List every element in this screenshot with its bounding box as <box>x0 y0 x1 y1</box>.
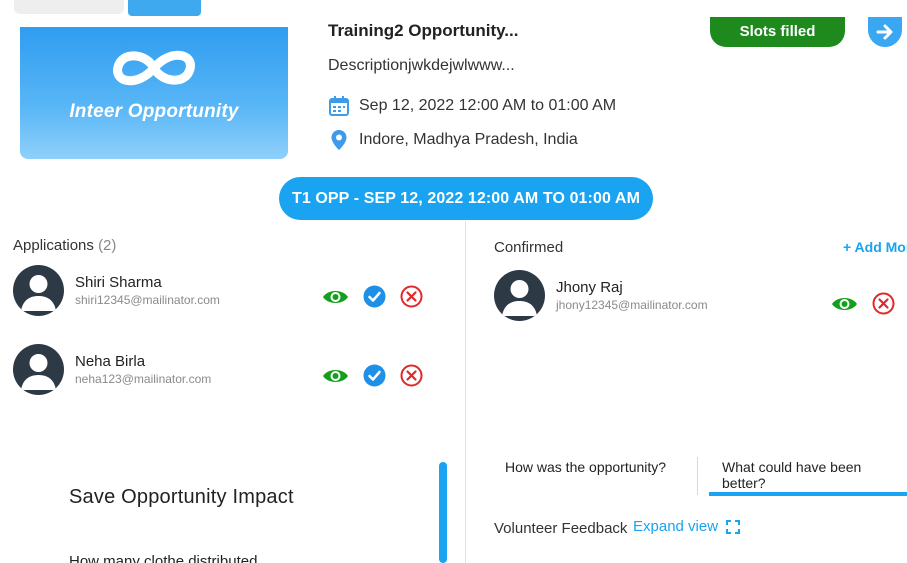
calendar-icon <box>328 95 350 117</box>
avatar <box>13 265 64 316</box>
applicant-actions <box>322 364 423 387</box>
avatar <box>13 344 64 395</box>
confirmed-name: Jhony Raj <box>556 279 623 296</box>
add-more-link[interactable]: + Add More <box>843 239 907 255</box>
impact-question-label: How many clothe distributed <box>69 553 258 563</box>
opportunity-location: Indore, Madhya Pradesh, India <box>359 131 578 148</box>
confirmed-row: Jhony Raj jhony12345@mailinator.com <box>494 270 708 321</box>
top-tab-secondary[interactable] <box>14 0 124 14</box>
view-eye-icon[interactable] <box>322 287 349 307</box>
applications-title: Applications <box>13 237 94 254</box>
applicant-email: shiri12345@mailinator.com <box>75 293 220 307</box>
confirmed-email: jhony12345@mailinator.com <box>556 298 708 312</box>
applications-heading: Applications (2) <box>13 237 116 254</box>
opportunity-location-row: Indore, Madhya Pradesh, India <box>328 129 578 151</box>
next-arrow-button[interactable] <box>868 17 902 47</box>
expand-icon <box>726 519 741 534</box>
confirmed-title: Confirmed <box>494 239 564 256</box>
view-eye-icon[interactable] <box>322 366 349 386</box>
applicant-row: Shiri Sharma shiri12345@mailinator.com <box>13 265 220 316</box>
opportunity-date-row: Sep 12, 2022 12:00 AM to 01:00 AM <box>328 95 616 117</box>
opportunity-title: Training2 Opportunity... <box>328 21 519 40</box>
impact-scrollbar[interactable] <box>439 462 447 563</box>
confirmed-actions <box>831 292 895 315</box>
user-silhouette-icon <box>502 280 537 316</box>
top-tab-primary[interactable] <box>128 0 201 16</box>
avatar <box>494 270 545 321</box>
approve-check-icon[interactable] <box>363 364 386 387</box>
applicant-name: Neha Birla <box>75 353 146 370</box>
applicant-email: neha123@mailinator.com <box>75 372 212 386</box>
applicant-actions <box>322 285 423 308</box>
view-eye-icon[interactable] <box>831 294 858 314</box>
slots-filled-badge: Slots filled <box>710 17 845 47</box>
impact-title: Save Opportunity Impact <box>69 486 294 508</box>
active-tab-indicator <box>709 492 907 496</box>
tab-how-was-opportunity[interactable]: How was the opportunity? <box>505 459 666 475</box>
reject-close-icon[interactable] <box>400 364 423 387</box>
applications-count: (2) <box>98 237 117 254</box>
applicant-row: Neha Birla neha123@mailinator.com <box>13 344 211 395</box>
column-divider <box>465 221 466 563</box>
location-pin-icon <box>328 129 350 151</box>
approve-check-icon[interactable] <box>363 285 386 308</box>
user-silhouette-icon <box>21 354 56 390</box>
infinity-logo-icon <box>113 50 195 86</box>
opportunity-banner: Inteer Opportunity <box>20 27 288 159</box>
tab-what-could-be-better[interactable]: What could have been better? <box>722 459 907 491</box>
tab-separator <box>697 457 698 495</box>
banner-title: Inteer Opportunity <box>69 101 239 122</box>
opportunity-description: Descriptionjwkdejwlwww... <box>328 57 515 74</box>
reject-close-icon[interactable] <box>872 292 895 315</box>
applicant-name: Shiri Sharma <box>75 274 162 291</box>
volunteer-feedback-label: Volunteer Feedback <box>494 520 628 537</box>
opportunity-date: Sep 12, 2022 12:00 AM to 01:00 AM <box>359 97 617 114</box>
arrow-right-icon <box>876 24 893 40</box>
reject-close-icon[interactable] <box>400 285 423 308</box>
expand-view-label: Expand view <box>633 518 719 535</box>
user-silhouette-icon <box>21 275 56 311</box>
expand-view-link[interactable]: Expand view <box>633 518 741 535</box>
session-selector[interactable]: T1 OPP - SEP 12, 2022 12:00 AM TO 01:00 … <box>279 177 653 220</box>
